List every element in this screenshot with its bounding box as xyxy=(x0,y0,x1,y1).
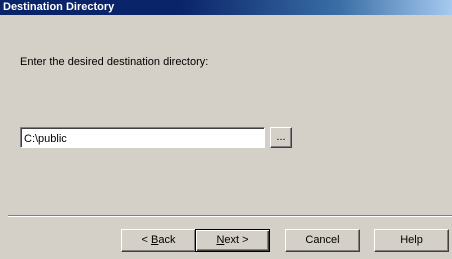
destination-path-input[interactable] xyxy=(20,127,265,148)
browse-button[interactable]: ... xyxy=(270,127,292,148)
cancel-button[interactable]: Cancel xyxy=(285,229,360,252)
back-button-prefix: < xyxy=(141,234,151,246)
next-button-rest: ext > xyxy=(224,234,249,246)
back-button-rest: ack xyxy=(158,234,176,246)
title-bar: Destination Directory xyxy=(0,0,452,15)
next-button[interactable]: Next > xyxy=(195,229,270,252)
help-button[interactable]: Help xyxy=(374,229,449,252)
separator-line xyxy=(8,215,452,217)
window-title: Destination Directory xyxy=(3,1,115,13)
back-button[interactable]: < Back xyxy=(121,229,196,252)
destination-prompt: Enter the desired destination directory: xyxy=(20,56,209,68)
installer-dialog: Destination Directory Enter the desired … xyxy=(0,0,452,259)
